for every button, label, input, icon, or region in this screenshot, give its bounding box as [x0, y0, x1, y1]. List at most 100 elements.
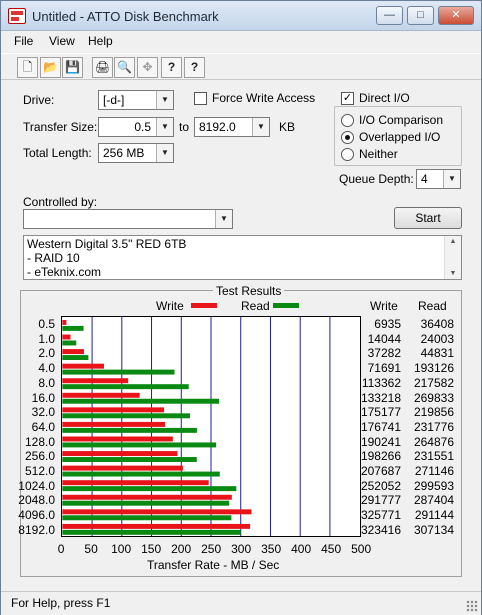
- legend-read-label: Read: [241, 299, 270, 313]
- transfer-size-label: 2.0: [38, 346, 55, 361]
- open-icon[interactable]: 📂: [40, 57, 61, 78]
- x-tick-label: 100: [111, 542, 132, 556]
- io-comparison-label[interactable]: I/O Comparison: [359, 113, 443, 127]
- start-button[interactable]: Start: [394, 207, 462, 229]
- save-icon[interactable]: 💾: [62, 57, 83, 78]
- read-value-cell: 299593: [413, 478, 454, 493]
- force-write-label[interactable]: Force Write Access: [212, 91, 315, 105]
- read-value-cell: 307134: [413, 522, 454, 537]
- controlled-by-select[interactable]: ▼: [23, 209, 233, 229]
- description-line-3: - eTeknix.com: [27, 265, 102, 279]
- title-bar[interactable]: Untitled - ATTO Disk Benchmark — □ ✕: [1, 1, 481, 31]
- read-value-cell: 217582: [413, 375, 454, 390]
- drive-select[interactable]: [-d-] ▼: [98, 90, 174, 110]
- write-bar-2.0: [62, 349, 84, 355]
- controlled-by-label: Controlled by:: [23, 195, 98, 209]
- read-value-cell: 291144: [414, 508, 454, 523]
- chevron-down-icon[interactable]: ▼: [215, 210, 232, 228]
- description-scrollbar[interactable]: ▲ ▼: [444, 236, 461, 279]
- print-icon[interactable]: 🖨: [92, 57, 113, 78]
- scroll-down-icon[interactable]: ▼: [445, 270, 461, 277]
- transfer-size-label: 512.0: [24, 464, 55, 478]
- drive-value: [-d-]: [103, 93, 125, 107]
- read-value-cell: 231776: [413, 419, 454, 434]
- queue-depth-value: 4: [421, 172, 428, 186]
- menu-view[interactable]: View: [49, 34, 75, 48]
- write-bar-8.0: [62, 378, 129, 384]
- neither-label[interactable]: Neither: [359, 147, 398, 161]
- write-value-cell: 176741: [360, 419, 401, 434]
- write-bar-1024.0: [62, 480, 209, 486]
- write-bar-512.0: [62, 465, 183, 471]
- write-column-header: Write: [370, 299, 398, 313]
- read-bar-64.0: [62, 427, 197, 433]
- transfer-size-from-select[interactable]: 0.5 ▼: [98, 117, 174, 137]
- resize-grip-icon[interactable]: [466, 600, 478, 612]
- transfer-to-value: 8192.0: [199, 120, 236, 134]
- read-bar-2.0: [62, 355, 89, 361]
- transfer-size-label: 8192.0: [18, 522, 55, 537]
- read-bar-8192.0: [62, 529, 241, 535]
- total-length-value: 256 MB: [103, 146, 145, 160]
- total-length-select[interactable]: 256 MB ▼: [98, 143, 174, 163]
- transfer-size-label: 128.0: [24, 434, 55, 449]
- queue-depth-select[interactable]: 4 ▼: [416, 169, 461, 189]
- read-bar-0.5: [62, 325, 84, 331]
- transfer-size-label: 1024.0: [18, 478, 55, 493]
- read-bar-4.0: [62, 369, 175, 375]
- write-bar-64.0: [62, 421, 165, 427]
- write-bar-4096.0: [62, 509, 252, 515]
- help-icon[interactable]: ?: [161, 57, 182, 78]
- move-icon[interactable]: ✥: [137, 57, 158, 78]
- maximize-button[interactable]: □: [407, 6, 434, 25]
- test-results-title: Test Results: [213, 284, 285, 298]
- menu-file[interactable]: File: [14, 34, 33, 48]
- minimize-button[interactable]: —: [376, 6, 403, 25]
- context-help-icon[interactable]: ?: [184, 57, 205, 78]
- read-bar-1024.0: [62, 486, 237, 492]
- force-write-checkbox[interactable]: [194, 92, 207, 105]
- write-value-cell: 113362: [361, 375, 401, 390]
- menu-help[interactable]: Help: [88, 34, 113, 48]
- close-button[interactable]: ✕: [438, 6, 474, 25]
- io-comparison-radio[interactable]: [341, 114, 354, 127]
- app-window: Untitled - ATTO Disk Benchmark — □ ✕ Fil…: [0, 0, 482, 615]
- write-bar-0.5: [62, 319, 67, 325]
- read-bar-8.0: [62, 384, 189, 390]
- write-bar-32.0: [62, 407, 165, 413]
- write-value-cell: 175177: [360, 405, 401, 420]
- transfer-size-label: 8.0: [38, 375, 55, 390]
- transfer-size-to-select[interactable]: 8192.0 ▼: [194, 117, 270, 137]
- x-tick-label: 350: [261, 542, 282, 556]
- write-value-cell: 37282: [367, 346, 401, 361]
- toolbar: 🗋 📂 💾 🖨 🔍 ✥ ? ?: [1, 53, 481, 80]
- write-bar-16.0: [62, 392, 140, 398]
- status-bar: For Help, press F1: [1, 591, 481, 615]
- x-tick-label: 450: [321, 542, 342, 556]
- chevron-down-icon[interactable]: ▼: [443, 170, 460, 188]
- read-bar-4096.0: [62, 515, 232, 521]
- transfer-size-label: 256.0: [24, 449, 55, 464]
- legend-write-swatch: [191, 303, 217, 308]
- description-textarea[interactable]: Western Digital 3.5" RED 6TB - RAID 10 -…: [23, 235, 462, 280]
- x-axis-label: Transfer Rate - MB / Sec: [147, 558, 280, 572]
- print-preview-icon[interactable]: 🔍: [114, 57, 135, 78]
- chevron-down-icon[interactable]: ▼: [252, 118, 269, 136]
- chevron-down-icon[interactable]: ▼: [156, 118, 173, 136]
- write-bar-128.0: [62, 436, 173, 442]
- x-tick-label: 200: [171, 542, 192, 556]
- scroll-up-icon[interactable]: ▲: [445, 238, 461, 245]
- chevron-down-icon[interactable]: ▼: [156, 144, 173, 162]
- write-value-cell: 190241: [360, 434, 401, 449]
- direct-io-label[interactable]: Direct I/O: [359, 91, 410, 105]
- direct-io-checkbox[interactable]: ✓: [341, 92, 354, 105]
- overlapped-io-label[interactable]: Overlapped I/O: [359, 130, 440, 144]
- read-value-cell: 287404: [413, 493, 454, 508]
- description-line-2: - RAID 10: [27, 251, 80, 265]
- write-value-cell: 71691: [367, 361, 401, 376]
- chevron-down-icon[interactable]: ▼: [156, 91, 173, 109]
- neither-radio[interactable]: [341, 148, 354, 161]
- write-value-cell: 325771: [360, 508, 401, 523]
- new-icon[interactable]: 🗋: [17, 57, 38, 78]
- overlapped-io-radio[interactable]: [341, 131, 354, 144]
